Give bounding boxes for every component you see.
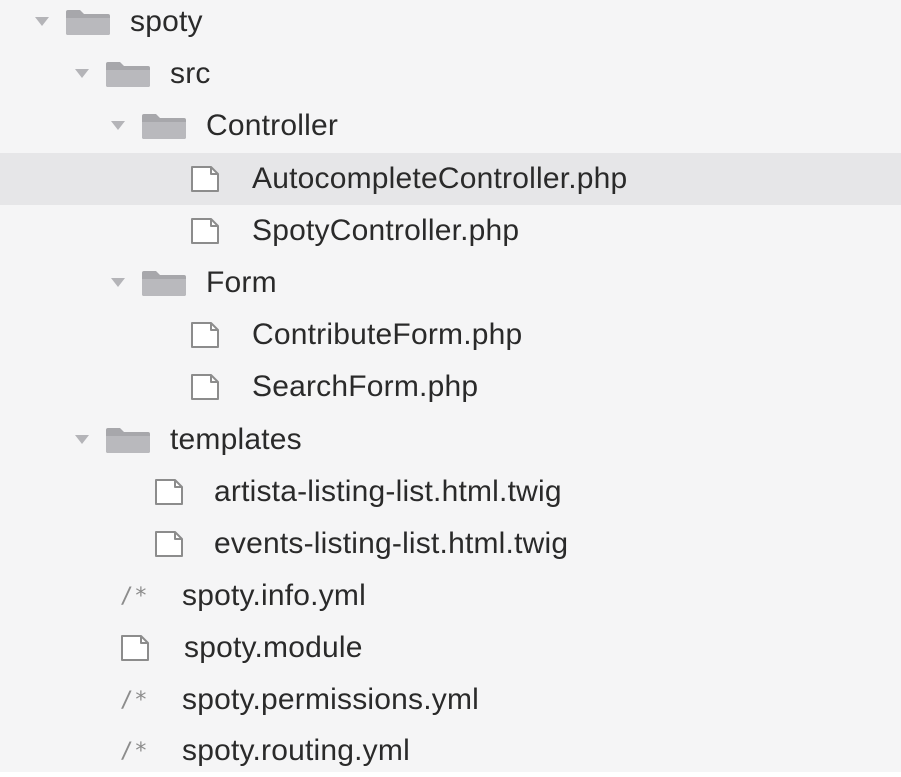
tree-item-form[interactable]: Form	[0, 257, 901, 309]
tree-item-spoty-permissions-yml[interactable]: /* spoty.permissions.yml	[0, 674, 901, 726]
tree-item-label: events-listing-list.html.twig	[214, 527, 569, 560]
disclosure-triangle-icon[interactable]	[110, 116, 136, 136]
tree-item-label: Controller	[206, 109, 339, 142]
tree-item-label: spoty.module	[184, 631, 363, 664]
tree-item-src[interactable]: src	[0, 48, 901, 100]
config-file-icon: /*	[120, 687, 149, 713]
tree-item-controller[interactable]: Controller	[0, 100, 901, 152]
tree-item-label: spoty.info.yml	[182, 579, 366, 612]
file-icon	[190, 373, 220, 401]
tree-item-label: AutocompleteController.php	[252, 162, 628, 195]
file-icon	[120, 634, 150, 662]
folder-icon	[64, 8, 112, 36]
tree-item-contribute-form[interactable]: ContributeForm.php	[0, 309, 901, 361]
disclosure-triangle-icon[interactable]	[110, 273, 136, 293]
file-tree-panel: spoty src Controller AutocompleteControl…	[0, 0, 901, 772]
folder-icon	[140, 112, 188, 140]
file-icon	[154, 478, 184, 506]
file-icon	[190, 217, 220, 245]
tree-item-templates[interactable]: templates	[0, 414, 901, 466]
tree-item-spoty-controller[interactable]: SpotyController.php	[0, 205, 901, 257]
tree-item-label: Form	[206, 266, 277, 299]
tree-item-label: templates	[170, 423, 302, 456]
disclosure-triangle-icon[interactable]	[74, 430, 100, 450]
tree-item-spoty-module[interactable]: spoty.module	[0, 622, 901, 674]
tree-item-search-form[interactable]: SearchForm.php	[0, 361, 901, 413]
config-file-icon: /*	[120, 583, 149, 609]
config-file-icon: /*	[120, 738, 149, 764]
file-icon	[190, 165, 220, 193]
tree-item-label: SpotyController.php	[252, 214, 520, 247]
tree-item-label: SearchForm.php	[252, 370, 479, 403]
tree-item-label: spoty	[130, 5, 203, 38]
tree-item-autocomplete-controller[interactable]: AutocompleteController.php	[0, 153, 901, 205]
folder-icon	[140, 269, 188, 297]
folder-icon	[104, 426, 152, 454]
tree-item-label: artista-listing-list.html.twig	[214, 475, 562, 508]
file-icon	[190, 321, 220, 349]
folder-icon	[104, 60, 152, 88]
tree-item-label: ContributeForm.php	[252, 318, 523, 351]
tree-item-spoty[interactable]: spoty	[0, 0, 901, 48]
tree-item-events-listing[interactable]: events-listing-list.html.twig	[0, 518, 901, 570]
disclosure-triangle-icon[interactable]	[34, 12, 60, 32]
tree-item-label: src	[170, 57, 211, 90]
disclosure-triangle-icon[interactable]	[74, 64, 100, 84]
tree-item-label: spoty.permissions.yml	[182, 683, 480, 716]
file-icon	[154, 530, 184, 558]
tree-item-spoty-routing-yml[interactable]: /* spoty.routing.yml	[0, 725, 901, 777]
tree-item-spoty-info-yml[interactable]: /* spoty.info.yml	[0, 570, 901, 622]
tree-item-label: spoty.routing.yml	[182, 734, 410, 767]
tree-item-artista-listing[interactable]: artista-listing-list.html.twig	[0, 466, 901, 518]
